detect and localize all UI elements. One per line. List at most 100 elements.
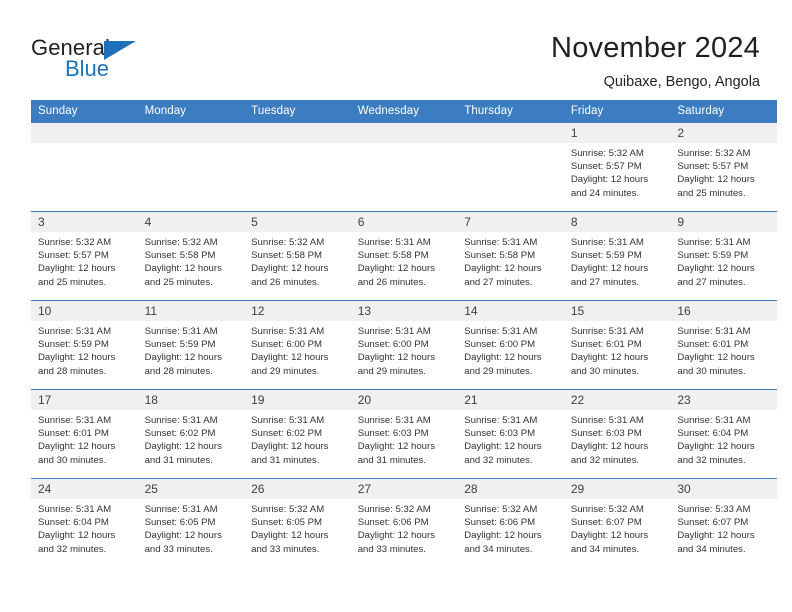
page-subtitle: Quibaxe, Bengo, Angola bbox=[603, 74, 760, 90]
calendar-day-cell[interactable]: 13 Sunrise: 5:31 AM Sunset: 6:00 PM Dayligh… bbox=[350, 300, 458, 390]
day-details: Sunrise: 5:31 AM Sunset: 5:59 PM Daylight:… bbox=[138, 321, 245, 378]
calendar-day-cell[interactable]: 11 Sunrise: 5:31 AM Sunset: 5:59 PM Dayligh… bbox=[137, 300, 245, 390]
day-detail-daylight-line2: and 33 minutes. bbox=[144, 543, 213, 555]
calendar-day-cell[interactable]: 25 Sunrise: 5:31 AM Sunset: 6:05 PM Dayligh… bbox=[137, 478, 245, 568]
calendar-day-cell-empty bbox=[244, 122, 351, 212]
day-detail-daylight-line1: Daylight: 12 hours bbox=[677, 263, 755, 275]
day-detail-sunset: Sunset: 5:59 PM bbox=[677, 250, 749, 262]
calendar-day-cell[interactable]: 18 Sunrise: 5:31 AM Sunset: 6:02 PM Dayligh… bbox=[137, 389, 245, 479]
calendar-week-row: 10 Sunrise: 5:31 AM Sunset: 5:59 PM Dayligh… bbox=[31, 300, 777, 390]
day-details: Sunrise: 5:31 AM Sunset: 6:01 PM Daylight:… bbox=[564, 321, 671, 378]
day-detail-daylight-line1: Daylight: 12 hours bbox=[144, 530, 222, 542]
general-blue-logo[interactable]: General Blue bbox=[31, 28, 151, 84]
calendar-day-cell[interactable]: 26 Sunrise: 5:32 AM Sunset: 6:05 PM Dayligh… bbox=[244, 478, 351, 568]
day-number: 29 bbox=[563, 479, 671, 499]
day-detail-sunset: Sunset: 6:06 PM bbox=[357, 517, 429, 529]
calendar-day-cell[interactable]: 12 Sunrise: 5:31 AM Sunset: 6:00 PM Dayligh… bbox=[244, 300, 351, 390]
day-detail-sunset: Sunset: 6:02 PM bbox=[251, 428, 323, 440]
calendar-day-cell[interactable]: 30 Sunrise: 5:33 AM Sunset: 6:07 PM Dayligh… bbox=[670, 478, 777, 568]
calendar-day-cell[interactable]: 10 Sunrise: 5:31 AM Sunset: 5:59 PM Dayligh… bbox=[31, 300, 138, 390]
day-detail-daylight-line1: Daylight: 12 hours bbox=[251, 263, 329, 275]
calendar-day-cell[interactable]: 15 Sunrise: 5:31 AM Sunset: 6:01 PM Dayligh… bbox=[563, 300, 671, 390]
calendar-day-cell[interactable]: 23 Sunrise: 5:31 AM Sunset: 6:04 PM Dayligh… bbox=[670, 389, 777, 479]
calendar-day-cell[interactable]: 17 Sunrise: 5:31 AM Sunset: 6:01 PM Dayligh… bbox=[31, 389, 138, 479]
day-detail-sunset: Sunset: 6:06 PM bbox=[464, 517, 536, 529]
calendar-day-cell[interactable]: 27 Sunrise: 5:32 AM Sunset: 6:06 PM Dayligh… bbox=[350, 478, 458, 568]
day-detail-sunset: Sunset: 5:57 PM bbox=[570, 161, 642, 173]
calendar-week-row: 3 Sunrise: 5:32 AM Sunset: 5:57 PM Daylight… bbox=[31, 211, 777, 301]
day-details: Sunrise: 5:31 AM Sunset: 6:03 PM Daylight:… bbox=[351, 410, 458, 467]
day-number bbox=[244, 123, 351, 143]
day-details: Sunrise: 5:31 AM Sunset: 5:59 PM Daylight:… bbox=[670, 232, 777, 289]
calendar-day-cell[interactable]: 6 Sunrise: 5:31 AM Sunset: 5:58 PM Daylight… bbox=[350, 211, 458, 301]
day-detail-sunset: Sunset: 5:58 PM bbox=[251, 250, 323, 262]
calendar-day-cell[interactable]: 21 Sunrise: 5:31 AM Sunset: 6:03 PM Dayligh… bbox=[457, 389, 564, 479]
day-number bbox=[137, 123, 245, 143]
day-detail-daylight-line2: and 33 minutes. bbox=[251, 543, 320, 555]
day-detail-sunset: Sunset: 6:02 PM bbox=[144, 428, 216, 440]
calendar-day-cell[interactable]: 8 Sunrise: 5:31 AM Sunset: 5:59 PM Daylight… bbox=[563, 211, 671, 301]
weekday-header: Sunday Monday Tuesday Wednesday Thursday Frid… bbox=[31, 100, 777, 123]
day-number: 26 bbox=[244, 479, 351, 499]
day-detail-sunset: Sunset: 6:05 PM bbox=[144, 517, 216, 529]
day-detail-daylight-line2: and 31 minutes. bbox=[357, 454, 426, 466]
day-details: Sunrise: 5:31 AM Sunset: 6:02 PM Daylight:… bbox=[244, 410, 351, 467]
calendar-day-cell[interactable]: 22 Sunrise: 5:31 AM Sunset: 6:03 PM Dayligh… bbox=[563, 389, 671, 479]
calendar-day-cell[interactable]: 3 Sunrise: 5:32 AM Sunset: 5:57 PM Daylight… bbox=[31, 211, 138, 301]
calendar-day-cell[interactable]: 19 Sunrise: 5:31 AM Sunset: 6:02 PM Dayligh… bbox=[244, 389, 351, 479]
day-detail-daylight-line1: Daylight: 12 hours bbox=[144, 441, 222, 453]
logo-text-blue: Blue bbox=[65, 56, 110, 81]
calendar-day-cell[interactable]: 14 Sunrise: 5:31 AM Sunset: 6:00 PM Dayligh… bbox=[457, 300, 564, 390]
day-detail-daylight-line1: Daylight: 12 hours bbox=[464, 352, 542, 364]
calendar-day-cell[interactable]: 9 Sunrise: 5:31 AM Sunset: 5:59 PM Daylight… bbox=[670, 211, 777, 301]
day-detail-daylight-line1: Daylight: 12 hours bbox=[38, 263, 116, 275]
day-detail-sunset: Sunset: 6:00 PM bbox=[251, 339, 323, 351]
day-number: 13 bbox=[350, 301, 458, 321]
day-details: Sunrise: 5:31 AM Sunset: 5:59 PM Daylight:… bbox=[564, 232, 671, 289]
day-number: 12 bbox=[244, 301, 351, 321]
day-details: Sunrise: 5:31 AM Sunset: 6:01 PM Daylight:… bbox=[670, 321, 777, 378]
calendar-week-row: 17 Sunrise: 5:31 AM Sunset: 6:01 PM Dayligh… bbox=[31, 389, 777, 479]
day-detail-sunset: Sunset: 6:05 PM bbox=[251, 517, 323, 529]
day-detail-daylight-line2: and 34 minutes. bbox=[464, 543, 533, 555]
day-number: 24 bbox=[31, 479, 138, 499]
day-detail-sunset: Sunset: 6:01 PM bbox=[677, 339, 749, 351]
calendar-day-cell[interactable]: 2 Sunrise: 5:32 AM Sunset: 5:57 PM Daylight… bbox=[670, 122, 777, 212]
day-detail-daylight-line2: and 27 minutes. bbox=[570, 276, 640, 288]
day-details: Sunrise: 5:31 AM Sunset: 6:00 PM Daylight:… bbox=[244, 321, 351, 378]
day-number: 23 bbox=[670, 390, 777, 410]
calendar-day-cell[interactable]: 7 Sunrise: 5:31 AM Sunset: 5:58 PM Daylight… bbox=[457, 211, 564, 301]
day-detail-sunset: Sunset: 6:00 PM bbox=[464, 339, 536, 351]
day-detail-sunset: Sunset: 6:00 PM bbox=[357, 339, 429, 351]
day-detail-daylight-line1: Daylight: 12 hours bbox=[677, 530, 755, 542]
calendar-day-cell[interactable]: 5 Sunrise: 5:32 AM Sunset: 5:58 PM Daylight… bbox=[244, 211, 351, 301]
day-number bbox=[350, 123, 458, 143]
day-detail-sunset: Sunset: 5:58 PM bbox=[144, 250, 216, 262]
day-detail-daylight-line1: Daylight: 12 hours bbox=[144, 263, 222, 275]
day-detail-daylight-line2: and 31 minutes. bbox=[251, 454, 320, 466]
day-details: Sunrise: 5:32 AM Sunset: 5:57 PM Daylight:… bbox=[564, 143, 671, 200]
day-detail-sunrise: Sunrise: 5:31 AM bbox=[38, 326, 112, 337]
calendar-day-cell[interactable]: 20 Sunrise: 5:31 AM Sunset: 6:03 PM Dayligh… bbox=[350, 389, 458, 479]
calendar-day-cell[interactable]: 16 Sunrise: 5:31 AM Sunset: 6:01 PM Dayligh… bbox=[670, 300, 777, 390]
calendar-day-cell[interactable]: 28 Sunrise: 5:32 AM Sunset: 6:06 PM Dayligh… bbox=[457, 478, 564, 568]
weekday-header-friday: Friday bbox=[563, 100, 671, 123]
day-detail-sunset: Sunset: 6:03 PM bbox=[570, 428, 642, 440]
calendar-day-cell[interactable]: 4 Sunrise: 5:32 AM Sunset: 5:58 PM Daylight… bbox=[137, 211, 245, 301]
day-detail-sunrise: Sunrise: 5:32 AM bbox=[464, 504, 538, 515]
day-detail-daylight-line1: Daylight: 12 hours bbox=[357, 530, 436, 542]
day-detail-sunrise: Sunrise: 5:32 AM bbox=[677, 148, 751, 159]
day-detail-sunset: Sunset: 6:01 PM bbox=[570, 339, 642, 351]
day-details: Sunrise: 5:32 AM Sunset: 5:57 PM Daylight:… bbox=[670, 143, 777, 200]
day-detail-daylight-line1: Daylight: 12 hours bbox=[677, 441, 755, 453]
logo-triangle-icon bbox=[104, 41, 136, 60]
day-detail-sunset: Sunset: 5:59 PM bbox=[144, 339, 216, 351]
calendar-day-cell-empty bbox=[457, 122, 564, 212]
calendar-day-cell[interactable]: 24 Sunrise: 5:31 AM Sunset: 6:04 PM Dayligh… bbox=[31, 478, 138, 568]
calendar-day-cell[interactable]: 29 Sunrise: 5:32 AM Sunset: 6:07 PM Dayligh… bbox=[563, 478, 671, 568]
calendar-day-cell[interactable]: 1 Sunrise: 5:32 AM Sunset: 5:57 PM Daylight… bbox=[563, 122, 671, 212]
day-detail-sunrise: Sunrise: 5:33 AM bbox=[677, 504, 751, 515]
day-detail-sunrise: Sunrise: 5:31 AM bbox=[357, 326, 431, 337]
day-detail-daylight-line1: Daylight: 12 hours bbox=[38, 530, 116, 542]
day-number: 18 bbox=[137, 390, 245, 410]
